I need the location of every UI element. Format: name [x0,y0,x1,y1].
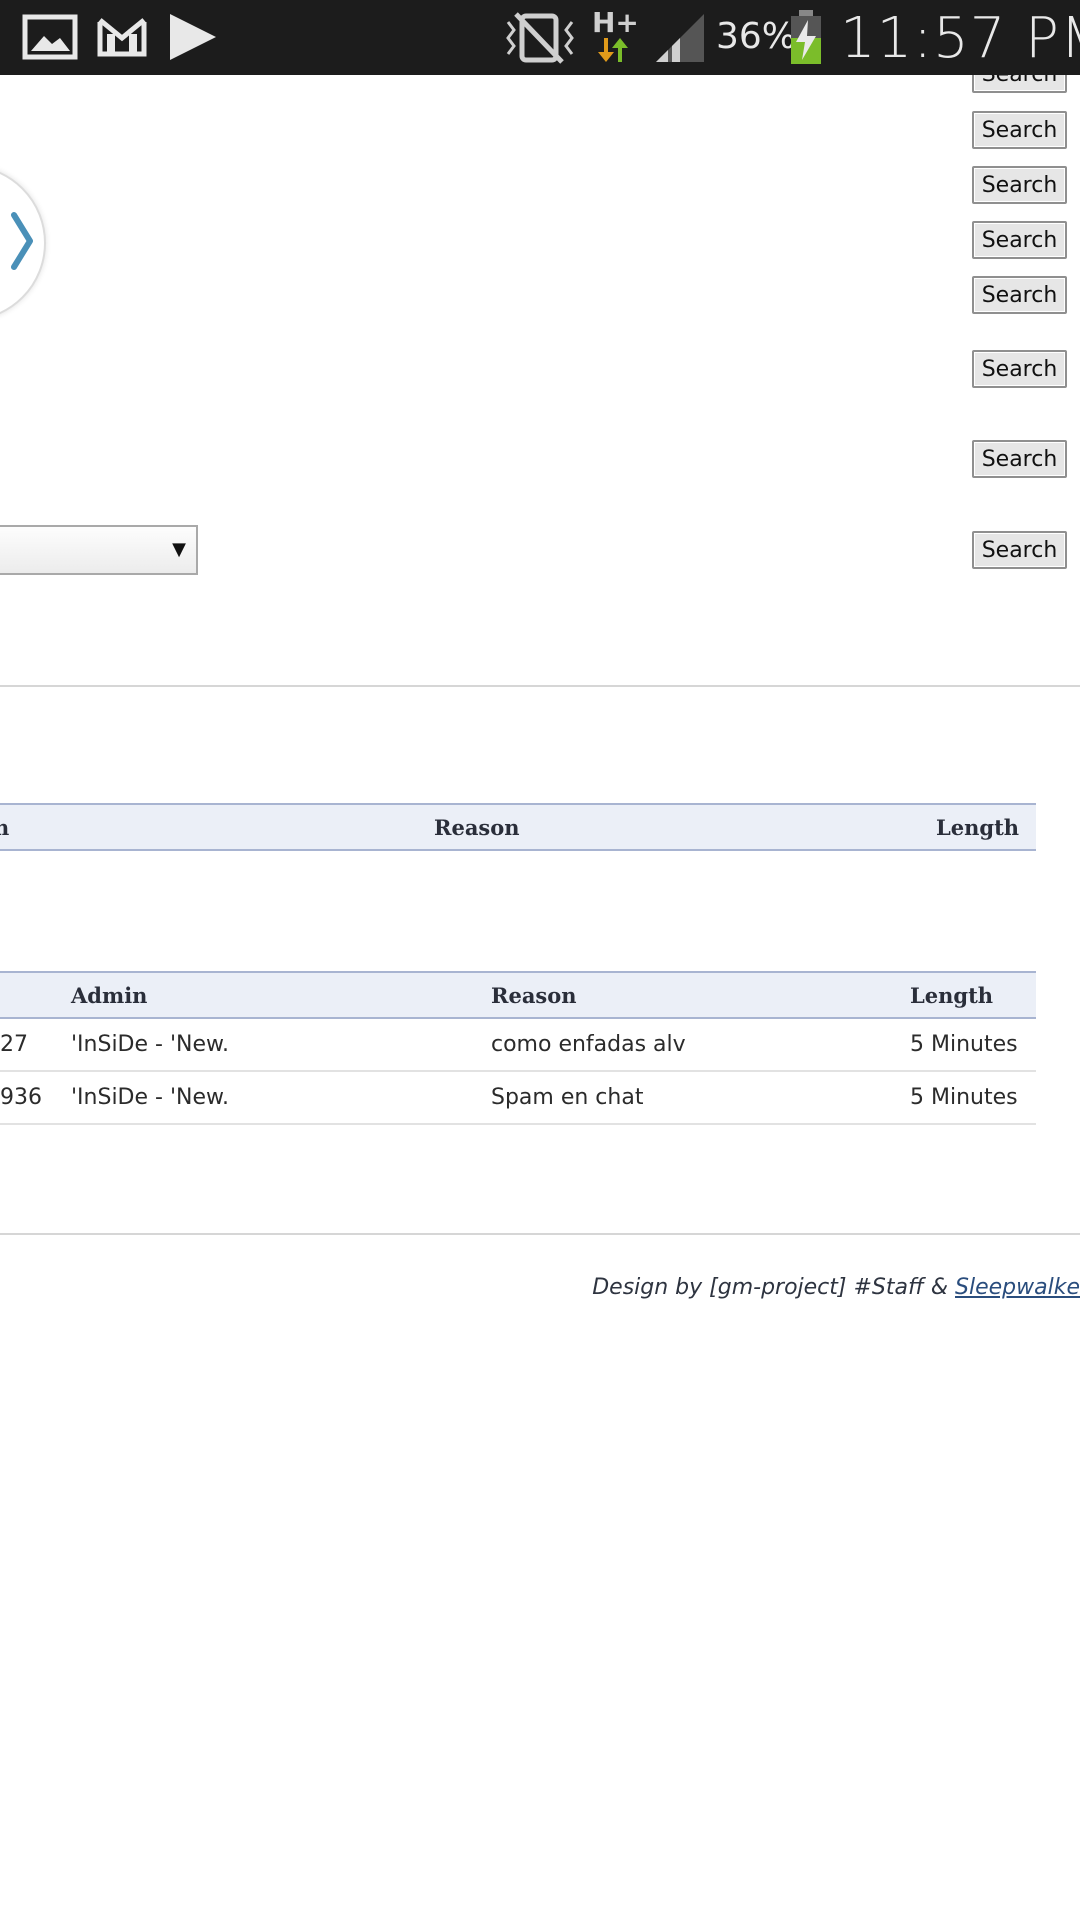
gmail-icon [97,18,147,57]
table-expired-bans: Admin Reason Length 27 'InSiDe - 'New. c… [0,971,1036,1125]
web-page: Search Search Search Search Search Searc… [0,75,1080,1920]
cell-admin: 'InSiDe - 'New. [71,1085,229,1110]
search-button[interactable]: Search [972,531,1067,569]
table-row[interactable]: 936 'InSiDe - 'New. Spam en chat 5 Minut… [0,1072,1036,1125]
search-button[interactable]: Search [972,440,1067,478]
column-header: Reason [491,983,577,1008]
cell-reason: como enfadas alv [491,1032,686,1057]
battery-percent: 36% [716,16,797,57]
data-arrows-icon [598,38,628,62]
table-header: Admin Reason Length [0,971,1036,1019]
column-header: Admin [71,983,148,1008]
search-button[interactable]: Search [972,276,1067,314]
table-row[interactable]: 27 'InSiDe - 'New. como enfadas alv 5 Mi… [0,1019,1036,1072]
footer-credit: Design by [gm-project] #Staff & Sleepwal… [592,1275,1080,1300]
divider [0,685,1080,687]
play-store-icon [170,14,216,60]
column-header: n [0,815,10,840]
column-header: Reason [434,815,520,840]
cell-admin: 'InSiDe - 'New. [71,1032,229,1057]
cell-length: 5 Minutes [910,1085,1018,1110]
status-bar: H+ 36% 11:57 PM [0,0,1080,75]
battery-charging-icon [791,10,821,64]
column-header: Length [936,815,1020,840]
footer-credit-text: Design by [gm-project] #Staff & [592,1275,956,1300]
column-header: Length [910,983,994,1008]
gallery-icon [22,14,78,60]
search-button[interactable]: Search [972,350,1067,388]
chevron-right-icon [11,212,33,270]
search-button[interactable]: Search [972,111,1067,149]
table-header: n Reason Length [0,803,1036,851]
mute-vibrate-icon [506,12,574,64]
filter-select[interactable]: ▼ [0,525,198,575]
cell-length: 5 Minutes [910,1032,1018,1057]
table-active-bans: n Reason Length [0,803,1036,851]
cell-id: 27 [0,1032,28,1057]
clock: 11:57 PM [840,6,1080,71]
search-button[interactable]: Search [972,221,1067,259]
search-button[interactable]: Search [972,75,1067,93]
cell-id: 936 [0,1085,42,1110]
search-button[interactable]: Search [972,166,1067,204]
carousel-next-button[interactable] [0,165,46,321]
divider [0,1233,1080,1235]
hplus-data-icon: H+ [592,6,639,39]
cell-reason: Spam en chat [491,1085,644,1110]
footer-credit-link[interactable]: Sleepwalke [955,1275,1080,1300]
signal-icon [656,14,704,62]
chevron-down-icon: ▼ [172,539,186,560]
